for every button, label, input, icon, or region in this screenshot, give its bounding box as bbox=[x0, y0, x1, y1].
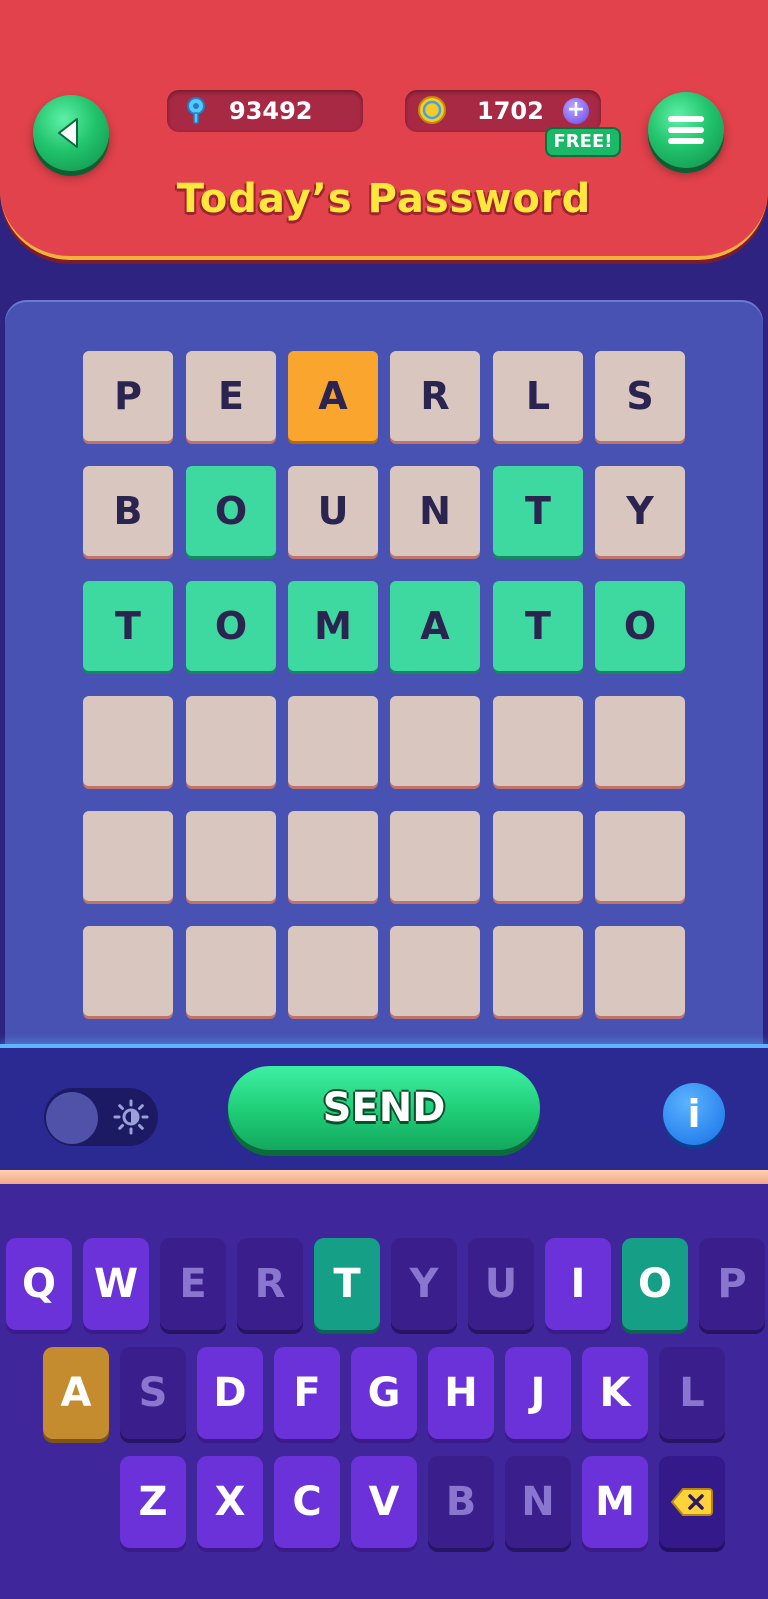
key-h[interactable]: H bbox=[428, 1347, 494, 1439]
key-d[interactable]: D bbox=[197, 1347, 263, 1439]
board-tile-y: Y bbox=[595, 466, 685, 556]
key-y[interactable]: Y bbox=[391, 1238, 457, 1330]
board-tile-o: O bbox=[186, 466, 276, 556]
board-tile-empty bbox=[83, 811, 173, 901]
key-j[interactable]: J bbox=[505, 1347, 571, 1439]
sun-icon bbox=[113, 1099, 149, 1135]
board-tile-empty bbox=[288, 926, 378, 1016]
key-q[interactable]: Q bbox=[6, 1238, 72, 1330]
key-z[interactable]: Z bbox=[120, 1456, 186, 1548]
board-tile-empty bbox=[493, 926, 583, 1016]
board-tile-empty bbox=[390, 696, 480, 786]
plus-icon[interactable]: + bbox=[563, 98, 589, 124]
board-tile-empty bbox=[595, 696, 685, 786]
board-tile-empty bbox=[493, 696, 583, 786]
coin-icon bbox=[418, 96, 446, 124]
key-w[interactable]: W bbox=[83, 1238, 149, 1330]
free-badge[interactable]: FREE! bbox=[545, 127, 621, 157]
board-tile-empty bbox=[595, 811, 685, 901]
key-f[interactable]: F bbox=[274, 1347, 340, 1439]
theme-toggle-knob[interactable] bbox=[46, 1092, 98, 1144]
board-tile-l: L bbox=[493, 351, 583, 441]
hints-count: 93492 bbox=[229, 97, 313, 125]
key-l[interactable]: L bbox=[659, 1347, 725, 1439]
key-p[interactable]: P bbox=[699, 1238, 765, 1330]
board-tile-o: O bbox=[595, 581, 685, 671]
board-tile-empty bbox=[390, 811, 480, 901]
board-tile-empty bbox=[186, 811, 276, 901]
board-tile-o: O bbox=[186, 581, 276, 671]
board-tile-empty bbox=[493, 811, 583, 901]
board-tile-m: M bbox=[288, 581, 378, 671]
board-tile-b: B bbox=[83, 466, 173, 556]
board-tile-t: T bbox=[493, 581, 583, 671]
board-tile-u: U bbox=[288, 466, 378, 556]
coins-count: 1702 bbox=[477, 97, 544, 125]
board-tile-n: N bbox=[390, 466, 480, 556]
board-tile-empty bbox=[186, 926, 276, 1016]
key-k[interactable]: K bbox=[582, 1347, 648, 1439]
send-button[interactable]: SEND bbox=[228, 1066, 540, 1150]
key-o[interactable]: O bbox=[622, 1238, 688, 1330]
coins-counter: 1702 + bbox=[405, 90, 601, 132]
board-tile-empty bbox=[83, 696, 173, 786]
key-v[interactable]: V bbox=[351, 1456, 417, 1548]
key-b[interactable]: B bbox=[428, 1456, 494, 1548]
board-tile-empty bbox=[186, 696, 276, 786]
board-tile-empty bbox=[390, 926, 480, 1016]
key-a[interactable]: A bbox=[43, 1347, 109, 1439]
board-tile-a: A bbox=[390, 581, 480, 671]
board-tile-a: A bbox=[288, 351, 378, 441]
back-button[interactable] bbox=[33, 95, 109, 171]
board-tile-s: S bbox=[595, 351, 685, 441]
key-u[interactable]: U bbox=[468, 1238, 534, 1330]
board-tile-p: P bbox=[83, 351, 173, 441]
key-e[interactable]: E bbox=[160, 1238, 226, 1330]
key-m[interactable]: M bbox=[582, 1456, 648, 1548]
board-tile-t: T bbox=[493, 466, 583, 556]
hints-counter: 93492 bbox=[167, 90, 363, 132]
board-tile-empty bbox=[288, 811, 378, 901]
delete-key[interactable] bbox=[659, 1456, 725, 1548]
key-x[interactable]: X bbox=[197, 1456, 263, 1548]
key-n[interactable]: N bbox=[505, 1456, 571, 1548]
board-tile-r: R bbox=[390, 351, 480, 441]
key-s[interactable]: S bbox=[120, 1347, 186, 1439]
hamburger-menu-icon bbox=[668, 116, 704, 144]
page-title: Today’s Password bbox=[176, 176, 592, 222]
backspace-icon bbox=[671, 1488, 713, 1516]
key-g[interactable]: G bbox=[351, 1347, 417, 1439]
board-tile-e: E bbox=[186, 351, 276, 441]
board-tile-t: T bbox=[83, 581, 173, 671]
back-arrow-icon bbox=[58, 118, 78, 148]
key-i[interactable]: I bbox=[545, 1238, 611, 1330]
board-tile-empty bbox=[288, 696, 378, 786]
info-button[interactable]: i bbox=[663, 1083, 725, 1145]
board-tile-empty bbox=[83, 926, 173, 1016]
board-tile-empty bbox=[595, 926, 685, 1016]
key-c[interactable]: C bbox=[274, 1456, 340, 1548]
key-icon bbox=[187, 97, 205, 124]
key-r[interactable]: R bbox=[237, 1238, 303, 1330]
menu-button[interactable] bbox=[648, 92, 724, 168]
keyboard-divider bbox=[0, 1170, 768, 1184]
key-t[interactable]: T bbox=[314, 1238, 380, 1330]
